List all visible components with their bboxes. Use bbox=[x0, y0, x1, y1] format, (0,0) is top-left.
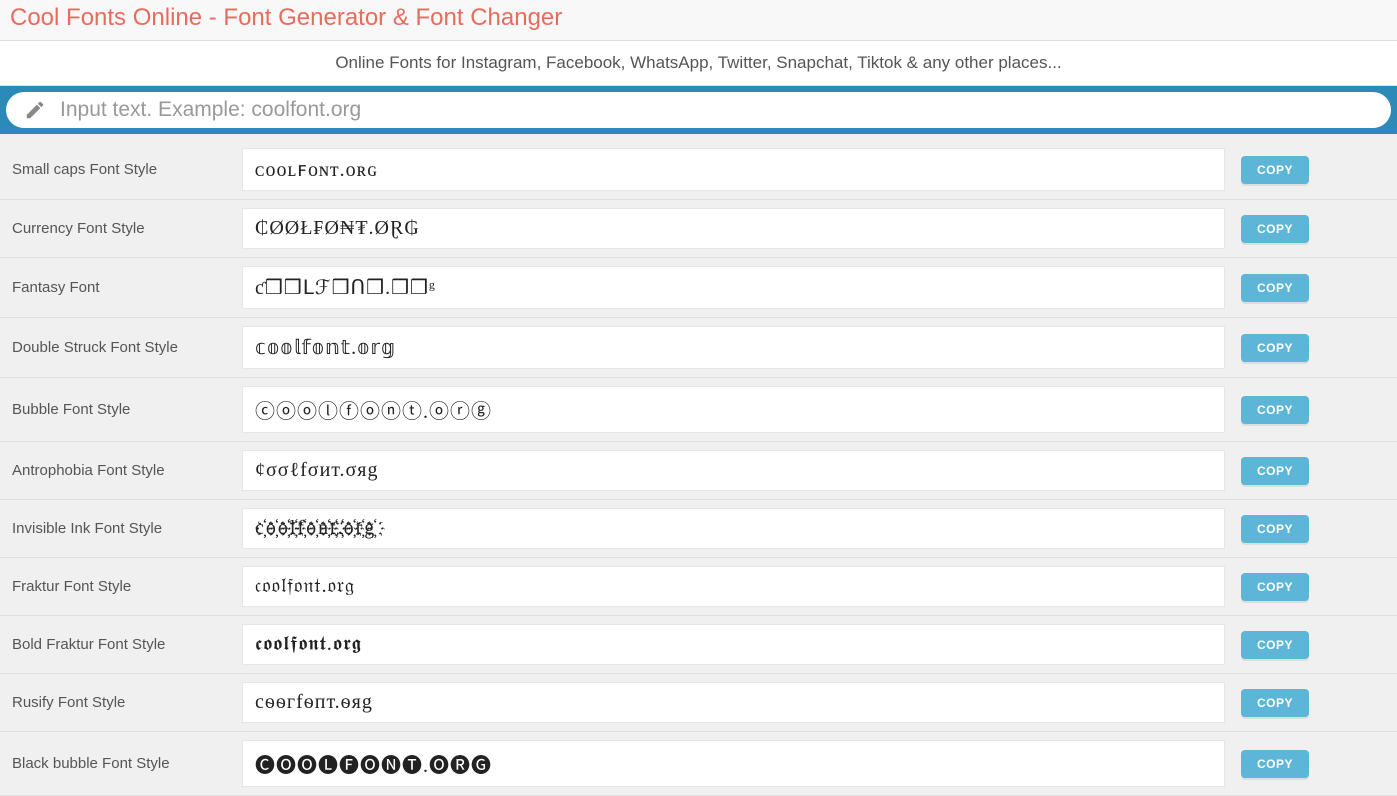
text-input[interactable] bbox=[60, 98, 1373, 122]
copy-column: COPY bbox=[1237, 750, 1387, 778]
font-label: Double Struck Font Style bbox=[10, 339, 230, 356]
font-row: Antrophobia Font Style ¢σσℓfσит.σяg COPY bbox=[0, 442, 1397, 500]
font-output[interactable]: 𝕔𝕠𝕠𝕝𝕗𝕠𝕟𝕥.𝕠𝕣𝕘 bbox=[242, 326, 1225, 369]
font-rows: Small caps Font Styleᴄᴏᴏʟꜰᴏɴᴛ.ᴏʀɢCOPYCur… bbox=[0, 134, 1397, 796]
copy-button[interactable]: COPY bbox=[1241, 515, 1309, 543]
font-row: Rusify Font Style cѳѳгfѳпт.ѳяg COPY bbox=[0, 674, 1397, 732]
input-inner bbox=[6, 92, 1391, 128]
copy-column: COPY bbox=[1237, 573, 1387, 601]
font-row: Bubble Font Style ⓒⓞⓞⓛⓕⓞⓝⓣ.ⓞⓡⓖ COPY bbox=[0, 378, 1397, 442]
font-output[interactable]: ⓒⓞⓞⓛⓕⓞⓝⓣ.ⓞⓡⓖ bbox=[242, 386, 1225, 433]
font-output[interactable]: cѳѳгfѳпт.ѳяg bbox=[242, 682, 1225, 723]
font-label: Small caps Font Style bbox=[10, 161, 230, 178]
copy-column: COPY bbox=[1237, 156, 1387, 184]
copy-column: COPY bbox=[1237, 334, 1387, 362]
copy-button[interactable]: COPY bbox=[1241, 156, 1309, 184]
input-container bbox=[0, 86, 1397, 134]
font-output[interactable]: ₵ØØŁ₣Ø₦₮.ØⱤ₲ bbox=[242, 208, 1225, 249]
font-label: Invisible Ink Font Style bbox=[10, 520, 230, 537]
font-output[interactable]: 🅒🅞🅞🅛🅕🅞🅝🅣.🅞🅡🅖 bbox=[242, 740, 1225, 787]
font-row: Fraktur Font Style 𝔠𝔬𝔬𝔩𝔣𝔬𝔫𝔱.𝔬𝔯𝔤 COPY bbox=[0, 558, 1397, 616]
copy-button[interactable]: COPY bbox=[1241, 334, 1309, 362]
font-row: Bold Fraktur Font Style 𝖈𝖔𝖔𝖑𝖋𝖔𝖓𝖙.𝖔𝖗𝖌 COPY bbox=[0, 616, 1397, 674]
copy-column: COPY bbox=[1237, 215, 1387, 243]
copy-button[interactable]: COPY bbox=[1241, 274, 1309, 302]
font-row: Black bubble Font Style 🅒🅞🅞🅛🅕🅞🅝🅣.🅞🅡🅖 COPY bbox=[0, 732, 1397, 796]
font-label: Bubble Font Style bbox=[10, 401, 230, 418]
subtitle-bar: Online Fonts for Instagram, Facebook, Wh… bbox=[0, 41, 1397, 86]
copy-column: COPY bbox=[1237, 631, 1387, 659]
font-output[interactable]: 𝖈𝖔𝖔𝖑𝖋𝖔𝖓𝖙.𝖔𝖗𝖌 bbox=[242, 624, 1225, 665]
font-row: Invisible Ink Font Style c҉o҉o҉l҉f҉o҉n҉t҉… bbox=[0, 500, 1397, 558]
copy-column: COPY bbox=[1237, 515, 1387, 543]
font-row: Double Struck Font Style 𝕔𝕠𝕠𝕝𝕗𝕠𝕟𝕥.𝕠𝕣𝕘 COPY bbox=[0, 318, 1397, 378]
copy-column: COPY bbox=[1237, 274, 1387, 302]
font-output[interactable]: ¢σσℓfσит.σяg bbox=[242, 450, 1225, 491]
copy-column: COPY bbox=[1237, 457, 1387, 485]
font-row: Small caps Font Style ᴄᴏᴏʟꜰᴏɴᴛ.ᴏʀɢ COPY bbox=[0, 140, 1397, 200]
header: Cool Fonts Online - Font Generator & Fon… bbox=[0, 0, 1397, 41]
font-label: Antrophobia Font Style bbox=[10, 462, 230, 479]
font-label: Bold Fraktur Font Style bbox=[10, 636, 230, 653]
font-row: Fantasy Font ƈ❒❒ᒪℱ❒ᑎ❒.❒❒ᵍ COPY bbox=[0, 258, 1397, 318]
font-output[interactable]: 𝔠𝔬𝔬𝔩𝔣𝔬𝔫𝔱.𝔬𝔯𝔤 bbox=[242, 566, 1225, 607]
copy-column: COPY bbox=[1237, 689, 1387, 717]
font-label: Currency Font Style bbox=[10, 220, 230, 237]
copy-button[interactable]: COPY bbox=[1241, 457, 1309, 485]
font-label: Fantasy Font bbox=[10, 279, 230, 296]
page-subtitle: Online Fonts for Instagram, Facebook, Wh… bbox=[12, 53, 1385, 73]
copy-column: COPY bbox=[1237, 396, 1387, 424]
font-output[interactable]: c҉o҉o҉l҉f҉o҉n҉t҉.҉o҉r҉g҉ bbox=[242, 508, 1225, 549]
copy-button[interactable]: COPY bbox=[1241, 631, 1309, 659]
font-row: Currency Font Style ₵ØØŁ₣Ø₦₮.ØⱤ₲ COPY bbox=[0, 200, 1397, 258]
font-output[interactable]: ƈ❒❒ᒪℱ❒ᑎ❒.❒❒ᵍ bbox=[242, 266, 1225, 309]
copy-button[interactable]: COPY bbox=[1241, 396, 1309, 424]
page-title: Cool Fonts Online - Font Generator & Fon… bbox=[10, 4, 1387, 32]
font-label: Rusify Font Style bbox=[10, 694, 230, 711]
font-output[interactable]: ᴄᴏᴏʟꜰᴏɴᴛ.ᴏʀɢ bbox=[242, 148, 1225, 191]
copy-button[interactable]: COPY bbox=[1241, 689, 1309, 717]
font-label: Fraktur Font Style bbox=[10, 578, 230, 595]
font-label: Black bubble Font Style bbox=[10, 755, 230, 772]
copy-button[interactable]: COPY bbox=[1241, 215, 1309, 243]
pencil-icon bbox=[24, 99, 46, 121]
copy-button[interactable]: COPY bbox=[1241, 750, 1309, 778]
copy-button[interactable]: COPY bbox=[1241, 573, 1309, 601]
